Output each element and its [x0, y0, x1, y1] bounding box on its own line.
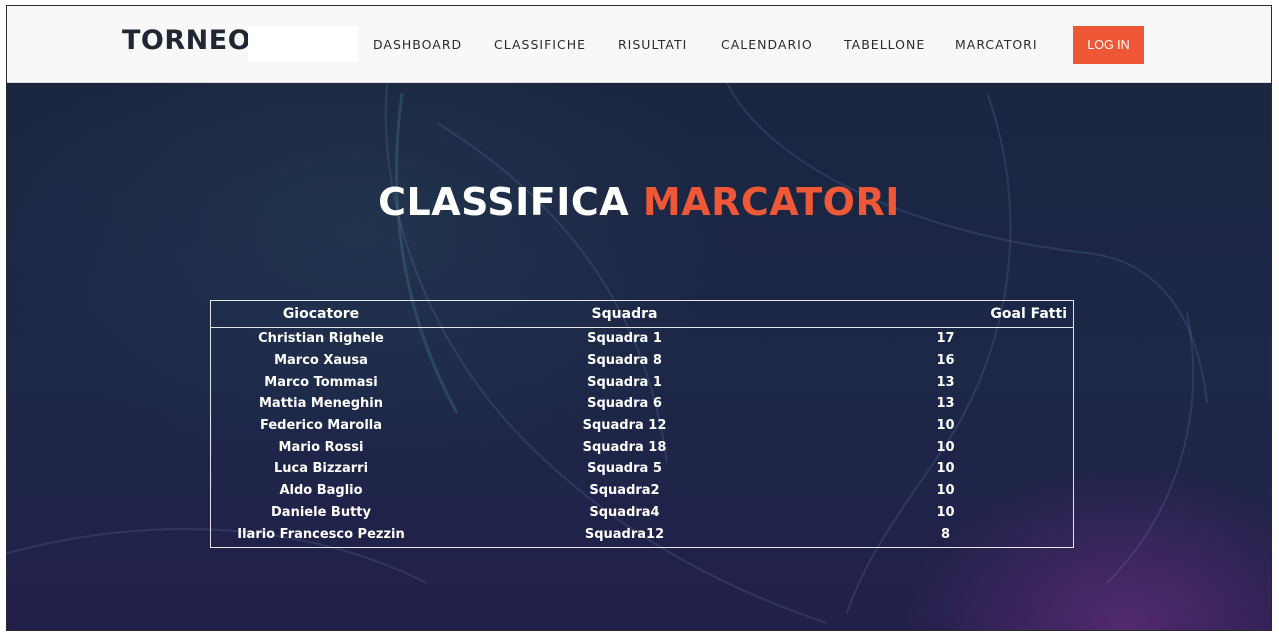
goals-count: 8 [940, 526, 951, 542]
table-row: Ilario Francesco Pezzin Squadra12 8 [211, 523, 1074, 547]
browser-viewport: TORNEO DASHBOARD CLASSIFICHE RISULTATI C… [6, 5, 1272, 631]
goals-count: 13 [936, 396, 955, 412]
page-title-part2: MARCATORI [642, 180, 900, 224]
player-name: Mario Rossi [278, 439, 364, 455]
nav-link-calendario[interactable]: CALENDARIO [721, 37, 813, 52]
player-name: Daniele Butty [271, 504, 371, 520]
logo-placeholder-box [248, 26, 358, 62]
table-row: Luca Bizzarri Squadra 5 10 [211, 458, 1074, 480]
column-header-goals: Goal Fatti [818, 300, 1074, 328]
hero-section: CLASSIFICA MARCATORI Giocatore Squadra G… [7, 83, 1271, 630]
player-name: Luca Bizzarri [273, 461, 369, 477]
column-header-player: Giocatore [210, 300, 431, 328]
player-name: Marco Tommasi [264, 374, 378, 390]
nav-link-classifiche[interactable]: CLASSIFICHE [494, 37, 586, 52]
page-title-part1: CLASSIFICA [378, 180, 630, 224]
team-name: Squadra 18 [582, 439, 667, 455]
team-name: Squadra4 [589, 504, 660, 520]
table-row: Marco Tommasi Squadra 1 13 [211, 371, 1074, 393]
player-name: Aldo Baglio [279, 483, 363, 499]
table-row: Mario Rossi Squadra 18 10 [211, 436, 1074, 458]
table-row: Daniele Butty Squadra4 10 [211, 502, 1074, 524]
team-name: Squadra12 [584, 526, 665, 542]
table-row: Marco Xausa Squadra 8 16 [211, 350, 1074, 372]
top-navbar: TORNEO DASHBOARD CLASSIFICHE RISULTATI C… [7, 6, 1271, 83]
table-row: Federico Marolla Squadra 12 10 [211, 415, 1074, 437]
player-name: Marco Xausa [274, 353, 368, 369]
team-name: Squadra 8 [587, 353, 662, 369]
site-logo[interactable]: TORNEO [122, 25, 251, 56]
nav-link-risultati[interactable]: RISULTATI [618, 37, 687, 52]
nav-link-dashboard[interactable]: DASHBOARD [373, 37, 462, 52]
page-title: CLASSIFICA MARCATORI [7, 180, 1271, 224]
player-name: Federico Marolla [259, 418, 383, 434]
goals-count: 17 [936, 331, 955, 347]
goals-count: 16 [936, 353, 955, 369]
team-name: Squadra 1 [587, 331, 662, 347]
table-row: Mattia Meneghin Squadra 6 13 [211, 393, 1074, 415]
nav-link-marcatori[interactable]: MARCATORI [955, 37, 1038, 52]
login-button[interactable]: LOG IN [1073, 26, 1144, 64]
player-name: Ilario Francesco Pezzin [237, 526, 405, 542]
table-header-row: Giocatore Squadra Goal Fatti [210, 300, 1074, 328]
team-name: Squadra 1 [587, 374, 662, 390]
nav-link-tabellone[interactable]: TABELLONE [844, 37, 925, 52]
team-name: Squadra 6 [587, 396, 662, 412]
table-row: Aldo Baglio Squadra2 10 [211, 480, 1074, 502]
scorers-table: Giocatore Squadra Goal Fatti Christian R… [210, 300, 1074, 548]
goals-count: 10 [936, 504, 955, 520]
player-name: Mattia Meneghin [259, 396, 383, 412]
column-header-team: Squadra [431, 300, 818, 328]
team-name: Squadra2 [589, 483, 660, 499]
goals-count: 10 [936, 439, 955, 455]
team-name: Squadra 5 [587, 461, 662, 477]
team-name: Squadra 12 [582, 418, 667, 434]
goals-count: 13 [936, 374, 955, 390]
goals-count: 10 [936, 461, 955, 477]
player-name: Christian Righele [258, 331, 384, 347]
goals-count: 10 [936, 483, 955, 499]
goals-count: 10 [936, 418, 955, 434]
table-row: Christian Righele Squadra 1 17 [211, 328, 1074, 350]
